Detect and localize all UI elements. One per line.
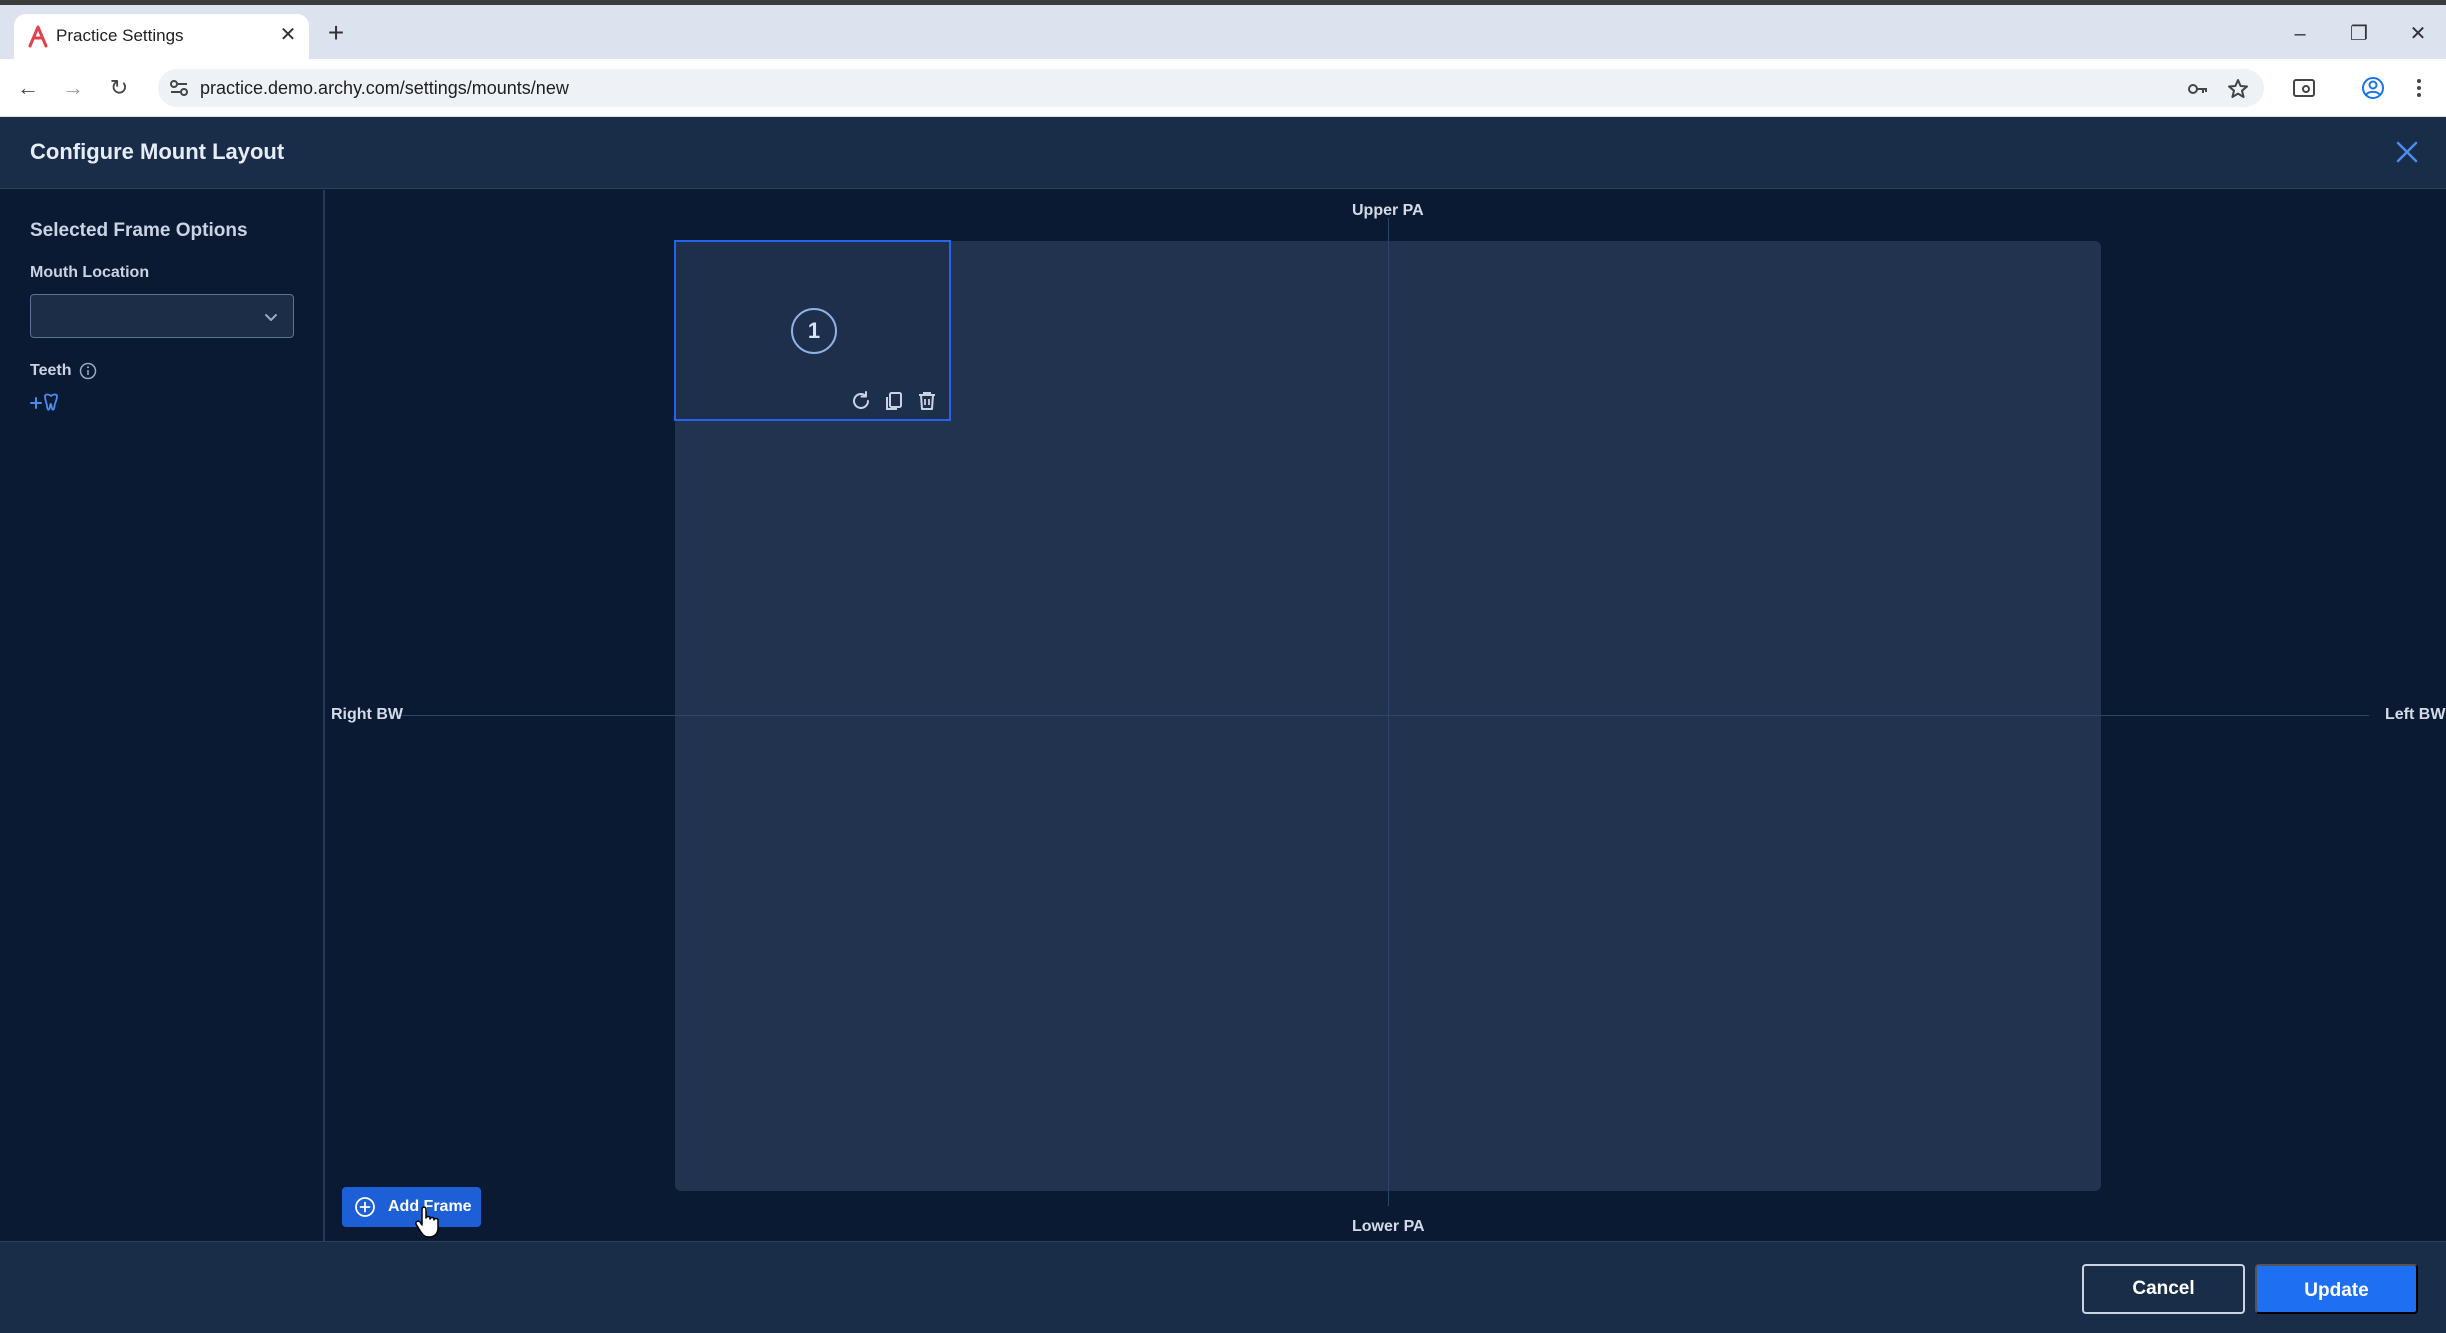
cancel-button[interactable]: Cancel	[2082, 1264, 2245, 1314]
sidebar-heading: Selected Frame Options	[30, 220, 248, 241]
hand-cursor-icon	[415, 1206, 439, 1238]
address-bar[interactable]: practice.demo.archy.com/settings/mounts/…	[158, 69, 2264, 107]
dialog-header: Configure Mount Layout	[0, 117, 2446, 189]
rotate-icon[interactable]	[849, 389, 873, 413]
reload-icon[interactable]: ↻	[104, 73, 134, 103]
forward-icon[interactable]: →	[58, 73, 88, 103]
archy-logo-icon	[28, 25, 48, 48]
close-icon[interactable]	[2390, 135, 2424, 169]
tab-title: Practice Settings	[56, 26, 184, 45]
mount-layout-dialog: Configure Mount Layout Selected Frame Op…	[0, 117, 2446, 1333]
window-close-icon[interactable]: ✕	[2403, 19, 2433, 49]
mouth-location-label: Mouth Location	[30, 264, 150, 281]
left-bw-label: Left BW	[2385, 706, 2446, 723]
teeth-label: Teeth	[30, 362, 72, 379]
upper-pa-label: Upper PA	[1352, 202, 1424, 219]
page-title: Configure Mount Layout	[30, 139, 285, 164]
delete-icon[interactable]	[915, 389, 939, 413]
info-icon[interactable]	[79, 362, 97, 380]
url-text: practice.demo.archy.com/settings/mounts/…	[200, 78, 569, 98]
dialog-footer: Cancel Update	[0, 1241, 2446, 1333]
password-key-icon[interactable]	[2186, 77, 2210, 101]
vertical-guide-line	[1388, 218, 1389, 1206]
minimize-icon[interactable]: –	[2285, 19, 2315, 49]
browser-menu-icon[interactable]	[2405, 74, 2433, 102]
frame-number-badge: 1	[791, 308, 837, 354]
new-tab-icon[interactable]: +	[322, 19, 350, 48]
mount-canvas: Upper PA Lower PA Right BW Left BW 1 Add…	[327, 190, 2446, 1241]
tab-search-icon[interactable]	[2290, 74, 2318, 102]
mouth-location-select[interactable]	[30, 294, 294, 338]
restore-icon[interactable]: ❐	[2344, 19, 2374, 49]
browser-toolbar: ← → ↻ practice.demo.archy.com/settings/m…	[0, 59, 2446, 117]
right-bw-label: Right BW	[331, 706, 403, 723]
profile-icon[interactable]	[2359, 74, 2387, 102]
bookmark-star-icon[interactable]	[2226, 77, 2250, 101]
add-tooth-icon[interactable]	[30, 392, 68, 414]
site-settings-icon[interactable]	[168, 77, 190, 99]
frame-options-sidebar: Selected Frame Options Mouth Location Te…	[0, 190, 325, 1241]
lower-pa-label: Lower PA	[1352, 1218, 1425, 1235]
update-button[interactable]: Update	[2255, 1264, 2418, 1314]
chevron-down-icon	[265, 314, 277, 321]
horizontal-guide-line	[397, 715, 2369, 716]
add-frame-button[interactable]: Add Frame	[342, 1187, 481, 1227]
back-icon[interactable]: ←	[13, 73, 43, 103]
duplicate-icon[interactable]	[882, 389, 906, 413]
browser-tab[interactable]: Practice Settings ✕	[14, 14, 309, 59]
plus-circle-icon	[355, 1197, 375, 1217]
mount-frame[interactable]: 1	[674, 240, 951, 421]
tab-strip: Practice Settings ✕ + – ❐ ✕	[0, 5, 2446, 59]
tab-close-icon[interactable]: ✕	[276, 23, 300, 47]
